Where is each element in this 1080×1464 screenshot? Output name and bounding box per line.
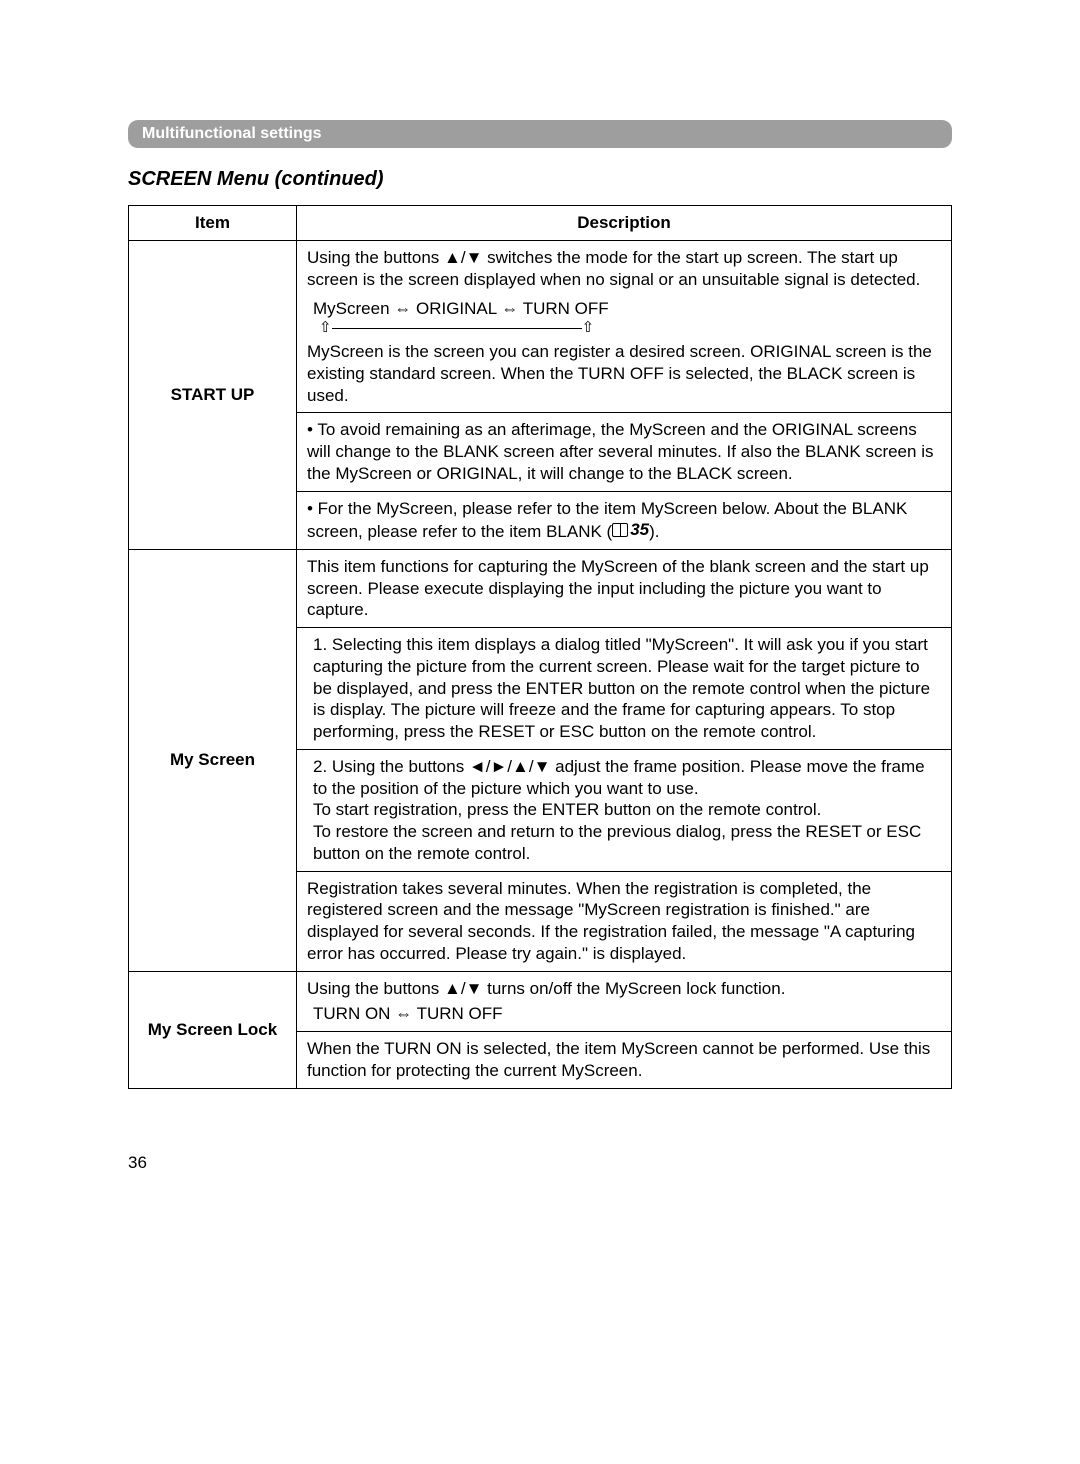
item-label-myscreen: My Screen bbox=[129, 549, 297, 971]
item-label-myscreen-lock: My Screen Lock bbox=[129, 971, 297, 1088]
settings-table: Item Description START UP Using the butt… bbox=[128, 205, 952, 1089]
startup-b2-below: below bbox=[722, 499, 765, 518]
startup-bullet-1: • To avoid remaining as an afterimage, t… bbox=[297, 412, 951, 490]
document-page: Multifunctional settings SCREEN Menu (co… bbox=[0, 0, 1080, 1173]
table-header-row: Item Description bbox=[129, 206, 952, 241]
myscreen-p2: 1. Selecting this item displays a dialog… bbox=[297, 627, 951, 749]
book-icon bbox=[612, 523, 628, 537]
item-label-startup: START UP bbox=[129, 240, 297, 549]
desc-startup: Using the buttons ▲/▼ switches the mode … bbox=[297, 240, 952, 549]
startup-explain: MyScreen is the screen you can register … bbox=[297, 337, 951, 412]
myscreen-p4: Registration takes several minutes. When… bbox=[297, 871, 951, 971]
section-header-bar: Multifunctional settings bbox=[128, 120, 952, 148]
myscreen-p3: 2. Using the buttons ◄/►/▲/▼ adjust the … bbox=[297, 749, 951, 871]
page-ref: 35 bbox=[612, 519, 649, 541]
lock-after: When the TURN ON is selected, the item M… bbox=[297, 1031, 951, 1088]
startup-b2-a: • For the MyScreen, please refer to the … bbox=[307, 499, 722, 518]
myscreen-p1: This item functions for capturing the My… bbox=[297, 550, 951, 627]
section-header-text: Multifunctional settings bbox=[142, 125, 322, 142]
section-title: SCREEN Menu (continued) bbox=[128, 168, 952, 191]
startup-b2-d: ). bbox=[649, 522, 659, 541]
startup-intro: Using the buttons ▲/▼ switches the mode … bbox=[297, 241, 951, 297]
table-row-myscreen: My Screen This item functions for captur… bbox=[129, 549, 952, 971]
col-header-description: Description bbox=[297, 206, 952, 241]
desc-myscreen-lock: Using the buttons ▲/▼ turns on/off the M… bbox=[297, 971, 952, 1088]
desc-myscreen: This item functions for capturing the My… bbox=[297, 549, 952, 971]
table-row-startup: START UP Using the buttons ▲/▼ switches … bbox=[129, 240, 952, 549]
startup-cycle: MyScreen ⇔ ORIGINAL ⇔ TURN OFF bbox=[297, 296, 951, 320]
page-number: 36 bbox=[128, 1153, 952, 1173]
col-header-item: Item bbox=[129, 206, 297, 241]
lock-intro: Using the buttons ▲/▼ turns on/off the M… bbox=[297, 972, 951, 1002]
table-row-myscreen-lock: My Screen Lock Using the buttons ▲/▼ tur… bbox=[129, 971, 952, 1088]
startup-cycle-arrows: ⇧⇧ bbox=[297, 320, 951, 337]
lock-turn: TURN ON ⇔ TURN OFF bbox=[297, 1001, 951, 1031]
page-ref-number: 35 bbox=[630, 519, 649, 541]
startup-bullet-2: • For the MyScreen, please refer to the … bbox=[297, 491, 951, 549]
